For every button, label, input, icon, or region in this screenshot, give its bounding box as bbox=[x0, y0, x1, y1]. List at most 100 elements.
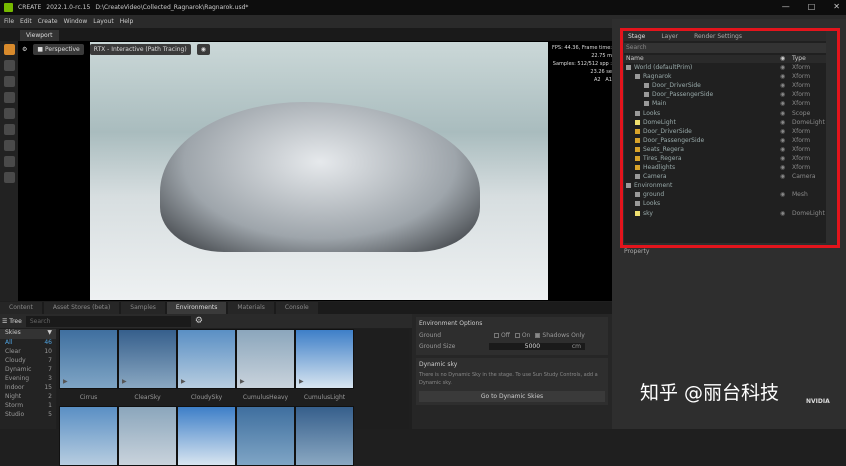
menu-edit[interactable]: Edit bbox=[20, 18, 32, 25]
category-item[interactable]: Dynamic 7 bbox=[0, 366, 56, 375]
ground-shadows-checkbox[interactable] bbox=[535, 333, 541, 338]
rotate-tool-icon[interactable] bbox=[3, 76, 15, 87]
renderer-dropdown[interactable]: RTX - Interactive (Path Tracing) bbox=[89, 44, 191, 55]
nvidia-logo: NVIDIA bbox=[806, 398, 830, 405]
camera-label: Perspective bbox=[44, 46, 80, 53]
file-path: D:\CreateVideo\Collected_Ragnarok\Ragnar… bbox=[95, 4, 249, 11]
environment-thumbnail[interactable] bbox=[59, 406, 118, 466]
ground-on-label: On bbox=[521, 332, 531, 339]
menu-layout[interactable]: Layout bbox=[93, 18, 113, 25]
pause-tool-icon[interactable] bbox=[3, 156, 15, 167]
category-item[interactable]: Studio 5 bbox=[0, 411, 56, 420]
physics-tool-icon[interactable] bbox=[3, 124, 15, 135]
tab-viewport[interactable]: Viewport bbox=[20, 30, 59, 41]
tree-toggle-button[interactable]: ☰ Tree bbox=[2, 318, 22, 325]
menu-file[interactable]: File bbox=[4, 18, 14, 25]
render-view[interactable] bbox=[90, 42, 548, 300]
environment-grid: ▶ Cirrus ▶ ClearSky ▶ CloudySky ▶ CumulusHeavy ▶… bbox=[57, 329, 409, 466]
thumbnail-image: ▶ bbox=[59, 329, 118, 389]
ground-off-checkbox[interactable] bbox=[494, 333, 499, 338]
browser-search-input[interactable]: Search bbox=[25, 315, 191, 327]
play-icon: ▶ bbox=[240, 378, 245, 385]
category-count: 3 bbox=[48, 375, 52, 382]
ground-label: Ground bbox=[419, 332, 442, 339]
category-count: 5 bbox=[48, 411, 52, 418]
property-tab[interactable]: Property bbox=[624, 248, 649, 255]
play-tool-icon[interactable] bbox=[3, 140, 15, 151]
tab-samples[interactable]: Samples bbox=[121, 302, 165, 314]
environment-options-panel: Environment Options Ground Off On Shadow… bbox=[412, 314, 612, 429]
thumbnail-label: CumulusHeavy bbox=[242, 394, 289, 401]
environment-thumbnail[interactable] bbox=[295, 406, 354, 466]
menu-create[interactable]: Create bbox=[38, 18, 58, 25]
category-name: Evening bbox=[5, 375, 30, 382]
environment-thumbnail[interactable] bbox=[177, 406, 236, 466]
environment-thumbnail[interactable]: ▶ ClearSky bbox=[118, 329, 177, 406]
paint-tool-icon[interactable] bbox=[3, 172, 15, 183]
left-toolbar bbox=[0, 41, 18, 301]
app-name: CREATE bbox=[18, 4, 42, 11]
camera-dropdown[interactable]: ■ Perspective bbox=[33, 44, 84, 55]
category-name: Clear bbox=[5, 348, 21, 355]
category-item[interactable]: Storm 1 bbox=[0, 402, 56, 411]
move-tool-icon[interactable] bbox=[3, 60, 15, 71]
close-button[interactable]: ✕ bbox=[833, 2, 840, 11]
environment-thumbnail[interactable] bbox=[118, 406, 177, 466]
window-controls: — □ ✕ bbox=[782, 2, 840, 11]
skies-dropdown[interactable]: Skies ▼ bbox=[0, 329, 56, 339]
tab-content[interactable]: Content bbox=[0, 302, 42, 314]
category-item[interactable]: Evening 3 bbox=[0, 375, 56, 384]
menu-help[interactable]: Help bbox=[120, 18, 134, 25]
browser-settings-gear-icon[interactable]: ⚙ bbox=[195, 316, 203, 326]
browser-toolbar: ☰ Tree Search ⚙ bbox=[0, 314, 412, 328]
category-count: 15 bbox=[44, 384, 52, 391]
environment-thumbnail[interactable]: ▶ Cirrus bbox=[59, 329, 118, 406]
thumbnail-label: CumulusLight bbox=[303, 394, 346, 401]
category-sidebar: Skies ▼ All 46 Clear 10 Cloudy 7 Dynamic 7 Evenin… bbox=[0, 329, 56, 429]
unit-label: cm bbox=[571, 343, 581, 350]
environment-thumbnail[interactable] bbox=[236, 406, 295, 466]
tab-asset-stores[interactable]: Asset Stores (beta) bbox=[43, 302, 120, 314]
snap-tool-icon[interactable] bbox=[3, 108, 15, 119]
category-item[interactable]: Cloudy 7 bbox=[0, 357, 56, 366]
viewport-toolbar: ⚙ ■ Perspective RTX - Interactive (Path … bbox=[22, 44, 210, 55]
environment-thumbnail[interactable]: ▶ CloudySky bbox=[177, 329, 236, 406]
menu-window[interactable]: Window bbox=[64, 18, 88, 25]
settings-gear-icon[interactable]: ⚙ bbox=[22, 46, 27, 53]
environment-thumbnail[interactable]: ▶ CumulusLight bbox=[295, 329, 354, 406]
play-icon: ▶ bbox=[299, 378, 304, 385]
tab-environments[interactable]: Environments bbox=[166, 302, 227, 314]
category-count: 1 bbox=[48, 402, 52, 409]
go-to-dynamic-skies-button[interactable]: Go to Dynamic Skies bbox=[419, 391, 605, 402]
maximize-button[interactable]: □ bbox=[808, 2, 816, 11]
select-tool-icon[interactable] bbox=[3, 44, 15, 55]
tab-materials[interactable]: Materials bbox=[228, 302, 274, 314]
ground-size-value: 5000 bbox=[524, 343, 541, 350]
play-icon: ▶ bbox=[181, 378, 186, 385]
environment-thumbnail[interactable]: ▶ CumulusHeavy bbox=[236, 329, 295, 406]
thumbnail-image: ▶ bbox=[177, 329, 236, 389]
category-item[interactable]: Indoor 15 bbox=[0, 384, 56, 393]
tab-console[interactable]: Console bbox=[275, 302, 318, 314]
bottom-tabs: Content Asset Stores (beta) Samples Envi… bbox=[0, 302, 612, 314]
visibility-eye-icon[interactable]: ◉ bbox=[196, 44, 210, 55]
ground-on-checkbox[interactable] bbox=[514, 333, 520, 338]
category-item[interactable]: All 46 bbox=[0, 339, 56, 348]
scale-tool-icon[interactable] bbox=[3, 92, 15, 103]
category-count: 7 bbox=[48, 366, 52, 373]
label-a1: A1 bbox=[605, 77, 612, 83]
thumbnail-image: ▶ bbox=[236, 329, 295, 389]
ground-size-input[interactable]: 5000 cm bbox=[489, 343, 585, 350]
category-item[interactable]: Night 2 bbox=[0, 393, 56, 402]
ground-off-label: Off bbox=[501, 332, 510, 339]
category-name: All bbox=[5, 339, 13, 346]
thumbnail-image: ▶ bbox=[118, 329, 177, 389]
label-a2: A2 bbox=[594, 77, 601, 83]
tree-label: Tree bbox=[9, 317, 22, 325]
category-item[interactable]: Clear 10 bbox=[0, 348, 56, 357]
play-icon: ▶ bbox=[63, 378, 68, 385]
chevron-down-icon: ▼ bbox=[47, 329, 52, 336]
dropdown-label: Skies bbox=[5, 329, 21, 336]
minimize-button[interactable]: — bbox=[782, 2, 790, 11]
category-name: Cloudy bbox=[5, 357, 26, 364]
